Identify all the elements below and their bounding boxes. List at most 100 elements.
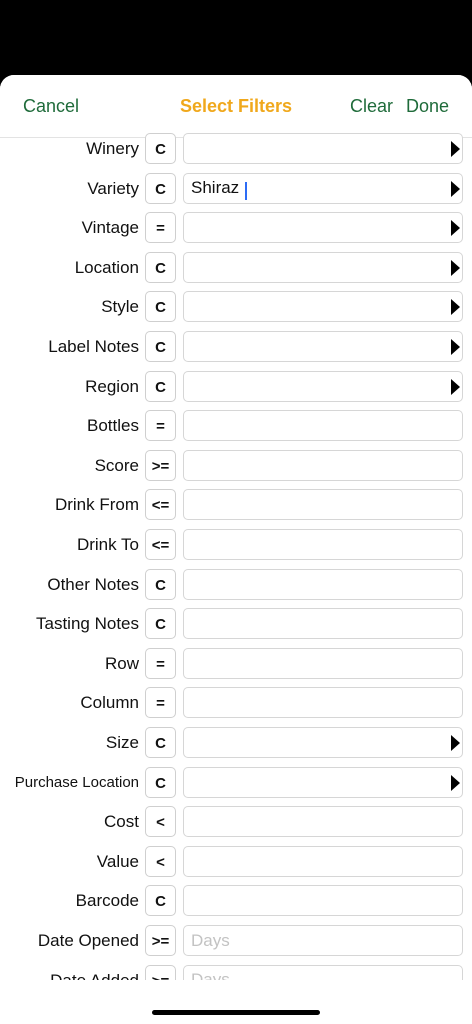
- filter-label-value: Value: [96, 851, 139, 871]
- filter-input-variety[interactable]: [191, 173, 441, 203]
- filter-row-drink-from: Drink From <=: [0, 488, 472, 522]
- filter-field-date-added[interactable]: [183, 964, 463, 980]
- filter-field-bottles[interactable]: [183, 410, 463, 442]
- operator-button-drink-from[interactable]: <=: [145, 489, 176, 521]
- filter-field-drink-from[interactable]: [183, 489, 463, 521]
- operator-button-bottles[interactable]: =: [145, 410, 176, 442]
- filter-label-column: Column: [80, 693, 139, 713]
- filter-input-tasting-notes[interactable]: [191, 609, 441, 639]
- filter-input-other-notes[interactable]: [191, 569, 441, 599]
- filter-row-barcode: Barcode C: [0, 884, 472, 918]
- filter-field-cost[interactable]: [183, 806, 463, 838]
- operator-button-value[interactable]: <: [145, 845, 176, 877]
- filter-field-column[interactable]: [183, 687, 463, 719]
- disclosure-arrow-icon[interactable]: [451, 299, 460, 316]
- nav-bar: Cancel Select Filters Clear Done: [0, 75, 472, 138]
- filter-input-winery[interactable]: [191, 134, 441, 163]
- filter-field-barcode[interactable]: [183, 885, 463, 917]
- filter-label-bottles: Bottles: [87, 416, 139, 436]
- operator-button-label-notes[interactable]: C: [145, 331, 176, 362]
- filter-row-purchase-location: Purchase Location C: [0, 766, 472, 800]
- filter-input-cost[interactable]: [191, 807, 441, 837]
- filter-input-date-opened[interactable]: [191, 926, 441, 955]
- filter-label-drink-to: Drink To: [76, 535, 139, 554]
- filter-row-date-added: Date Added >=: [0, 964, 472, 980]
- filter-field-date-opened[interactable]: [183, 925, 463, 956]
- filter-input-style[interactable]: [191, 292, 441, 322]
- filter-input-region[interactable]: [191, 371, 441, 401]
- filter-input-vintage[interactable]: [191, 213, 441, 243]
- filter-field-tasting-notes[interactable]: [183, 608, 463, 640]
- operator-button-score[interactable]: >=: [145, 449, 176, 481]
- filter-field-vintage[interactable]: [183, 212, 463, 244]
- disclosure-arrow-icon[interactable]: [451, 141, 460, 157]
- operator-button-style[interactable]: C: [145, 291, 176, 323]
- operator-button-vintage[interactable]: =: [145, 212, 176, 244]
- filter-row-tasting-notes: Tasting Notes C: [0, 607, 472, 641]
- operator-button-winery[interactable]: C: [145, 133, 176, 164]
- filter-field-drink-to[interactable]: [183, 529, 463, 560]
- filter-field-row[interactable]: [183, 647, 463, 679]
- filter-input-label-notes[interactable]: [191, 332, 441, 361]
- done-button[interactable]: Done: [406, 96, 449, 117]
- filter-row-variety: Variety C: [0, 172, 472, 206]
- operator-button-date-added[interactable]: >=: [145, 964, 176, 980]
- filter-input-barcode[interactable]: [191, 886, 441, 916]
- filter-field-style[interactable]: [183, 291, 463, 323]
- operator-button-date-opened[interactable]: >=: [145, 925, 176, 956]
- filter-row-size: Size C: [0, 726, 472, 760]
- filter-input-column[interactable]: [191, 688, 441, 718]
- disclosure-arrow-icon[interactable]: [451, 774, 460, 791]
- filter-field-variety[interactable]: [183, 172, 463, 204]
- filter-label-region: Region: [85, 376, 139, 396]
- filter-label-winery: Winery: [86, 139, 139, 158]
- filter-field-label-notes[interactable]: [183, 331, 463, 362]
- filter-input-drink-from[interactable]: [191, 490, 441, 520]
- filter-input-location[interactable]: [191, 252, 441, 282]
- filter-row-region: Region C: [0, 370, 472, 404]
- disclosure-arrow-icon[interactable]: [451, 180, 460, 197]
- operator-button-other-notes[interactable]: C: [145, 568, 176, 600]
- operator-button-region[interactable]: C: [145, 370, 176, 402]
- filter-label-style: Style: [101, 297, 139, 317]
- filter-field-purchase-location[interactable]: [183, 766, 463, 798]
- filter-field-location[interactable]: [183, 251, 463, 283]
- operator-button-location[interactable]: C: [145, 251, 176, 283]
- filter-field-winery[interactable]: [183, 133, 463, 164]
- operator-button-column[interactable]: =: [145, 687, 176, 719]
- filter-input-value[interactable]: [191, 846, 441, 876]
- filter-field-score[interactable]: [183, 449, 463, 481]
- filter-input-bottles[interactable]: [191, 411, 441, 441]
- filter-sheet: Cancel Select Filters Clear Done Winery C…: [0, 75, 472, 1024]
- operator-button-row[interactable]: =: [145, 647, 176, 679]
- operator-button-drink-to[interactable]: <=: [145, 529, 176, 560]
- filter-row-location: Location C: [0, 251, 472, 285]
- clear-button[interactable]: Clear: [350, 96, 393, 117]
- operator-button-purchase-location[interactable]: C: [145, 766, 176, 798]
- operator-button-size[interactable]: C: [145, 727, 176, 758]
- filter-field-size[interactable]: [183, 727, 463, 758]
- filter-input-score[interactable]: [191, 450, 441, 480]
- operator-button-cost[interactable]: <: [145, 806, 176, 838]
- cancel-button[interactable]: Cancel: [23, 96, 79, 117]
- disclosure-arrow-icon[interactable]: [451, 735, 460, 751]
- disclosure-arrow-icon[interactable]: [451, 220, 460, 237]
- filter-list[interactable]: WineryCVarietyCVintage=LocationCStyleCLa…: [0, 132, 472, 980]
- filter-input-purchase-location[interactable]: [191, 767, 441, 797]
- disclosure-arrow-icon[interactable]: [451, 339, 460, 355]
- filter-input-date-added[interactable]: [191, 965, 441, 980]
- disclosure-arrow-icon[interactable]: [451, 378, 460, 395]
- operator-button-variety[interactable]: C: [145, 172, 176, 204]
- operator-button-tasting-notes[interactable]: C: [145, 608, 176, 640]
- filter-input-row[interactable]: [191, 648, 441, 678]
- filter-field-region[interactable]: [183, 370, 463, 402]
- filter-input-size[interactable]: [191, 728, 441, 757]
- operator-button-barcode[interactable]: C: [145, 885, 176, 917]
- filter-label-date-added: Date Added: [50, 964, 139, 980]
- home-indicator[interactable]: [152, 1010, 320, 1015]
- filter-field-value[interactable]: [183, 845, 463, 877]
- filter-field-other-notes[interactable]: [183, 568, 463, 600]
- filter-label-location: Location: [74, 257, 139, 277]
- disclosure-arrow-icon[interactable]: [451, 259, 460, 276]
- filter-input-drink-to[interactable]: [191, 530, 441, 559]
